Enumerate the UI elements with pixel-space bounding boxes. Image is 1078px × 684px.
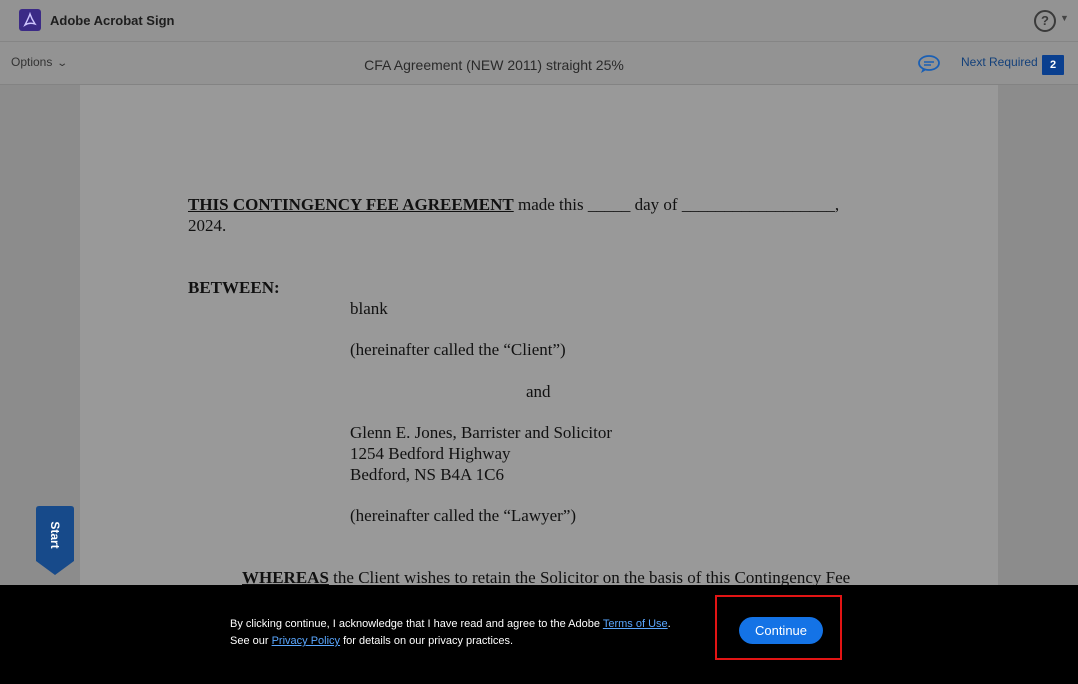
consent-banner: By clicking continue, I acknowledge that…: [0, 585, 1078, 684]
help-icon[interactable]: ?: [1034, 10, 1056, 32]
agreement-opening-line: THIS CONTINGENCY FEE AGREEMENT made this…: [188, 194, 839, 215]
agreement-heading: THIS CONTINGENCY FEE AGREEMENT: [188, 195, 514, 214]
lawyer-address-line2: Bedford, NS B4A 1C6: [350, 465, 504, 484]
chevron-down-icon[interactable]: ▼: [1060, 13, 1069, 23]
agreement-date-line: made this _____ day of _________________…: [513, 195, 840, 214]
consent-text-part3: for details on our privacy practices.: [340, 635, 514, 647]
lawyer-address-line1: 1254 Bedford Highway: [350, 444, 511, 463]
consent-text-part1: By clicking continue, I acknowledge that…: [230, 618, 603, 630]
agreement-year: 2024.: [188, 216, 227, 235]
and-connector: and: [526, 382, 551, 401]
continue-button[interactable]: Continue: [739, 617, 823, 644]
privacy-policy-link[interactable]: Privacy Policy: [272, 635, 340, 647]
start-button[interactable]: Start: [36, 506, 74, 575]
app-title: Adobe Acrobat Sign: [50, 13, 175, 28]
document-toolbar: Options ⌄ CFA Agreement (NEW 2011) straig…: [0, 42, 1078, 85]
comment-icon[interactable]: [917, 54, 941, 79]
between-heading: BETWEEN:: [188, 278, 280, 297]
lawyer-name: Glenn E. Jones, Barrister and Solicitor: [350, 423, 613, 442]
required-count-badge: 2: [1042, 55, 1064, 75]
lawyer-designation: (hereinafter called the “Lawyer”): [350, 506, 577, 525]
document-title: CFA Agreement (NEW 2011) straight 25%: [364, 57, 624, 73]
app-header: Adobe Acrobat Sign ? ▼: [0, 0, 1078, 42]
start-label: Start: [48, 521, 62, 549]
document-page: THIS CONTINGENCY FEE AGREEMENT made this…: [80, 85, 998, 605]
client-designation: (hereinafter called the “Client”): [350, 340, 566, 359]
acrobat-logo-icon: [19, 9, 41, 31]
consent-message: By clicking continue, I acknowledge that…: [230, 616, 690, 650]
next-required-button[interactable]: Next Required: [961, 55, 1038, 69]
terms-of-use-link[interactable]: Terms of Use: [603, 618, 668, 630]
client-name: blank: [350, 299, 388, 318]
